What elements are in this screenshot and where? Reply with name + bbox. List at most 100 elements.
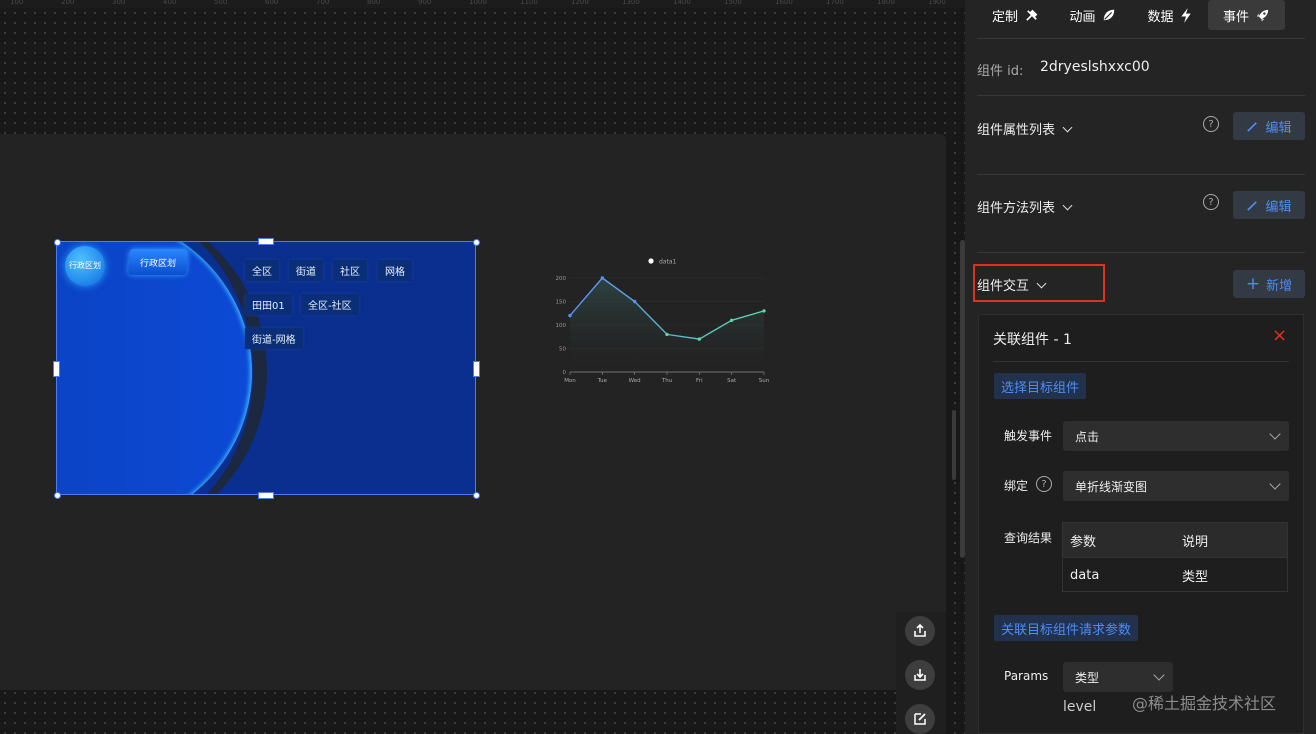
help-icon[interactable]: ? [1036, 476, 1052, 492]
query-result-label: 查询结果 [1004, 531, 1053, 545]
canvas-scrollbar[interactable] [952, 410, 956, 480]
ruler-tick: 200 [61, 0, 75, 6]
chip-street-grid[interactable]: 街道-网格 [245, 328, 303, 349]
tab-custom[interactable]: 定制 [977, 0, 1054, 30]
upload-icon [914, 623, 926, 637]
component-id-value: 2dryeslshxxc00 [1040, 59, 1150, 75]
pencil-icon [1247, 121, 1258, 132]
y-tick-label: 200 [556, 276, 567, 282]
params-select[interactable]: 类型 [1063, 662, 1173, 692]
chevron-down-icon [1269, 478, 1281, 490]
table-row: data 类型 [1063, 558, 1287, 592]
ruler-tick: 1800 [877, 0, 895, 6]
chevron-down-icon [1062, 122, 1073, 133]
panel-tabs: 定制 动画 数据 事件 [977, 0, 1305, 30]
resize-handle-left[interactable] [53, 361, 60, 377]
resize-handle-bottom[interactable] [258, 492, 274, 499]
ruler-tick: 800 [367, 0, 381, 6]
chip-community[interactable]: 社区 [333, 260, 367, 281]
legend-marker [648, 258, 654, 264]
resize-handle-top[interactable] [258, 238, 274, 245]
x-tick-label: Sat [727, 378, 737, 384]
district-bubble[interactable]: 行政区划 [65, 246, 105, 286]
props-list-title[interactable]: 组件属性列表 [977, 119, 1073, 138]
select-target-button[interactable]: 选择目标组件 [994, 373, 1087, 399]
ruler-tick: 1300 [622, 0, 640, 6]
close-icon[interactable]: × [1272, 325, 1287, 346]
data-point [568, 313, 572, 318]
tab-events[interactable]: 事件 [1208, 0, 1285, 30]
level-label: level [1063, 699, 1097, 715]
help-icon[interactable]: ? [1203, 116, 1219, 132]
ruler-tick: 400 [163, 0, 177, 6]
link-params-button[interactable]: 关联目标组件请求参数 [994, 615, 1139, 641]
resize-handle-tr[interactable] [473, 239, 480, 246]
ruler-tick: 300 [112, 0, 126, 6]
ruler-tick: 700 [316, 0, 330, 6]
table-cell: data [1070, 567, 1100, 583]
highlight-box [973, 264, 1105, 302]
data-point [632, 299, 637, 304]
ruler-tick: 1100 [520, 0, 538, 6]
tab-data[interactable]: 数据 [1131, 0, 1208, 30]
trigger-event-select[interactable]: 点击 [1063, 421, 1289, 451]
add-interaction-button[interactable]: + 新增 [1233, 270, 1305, 298]
district-selector-widget[interactable]: 行政区划 行政区划 全区 街道 社区 网格 田田01 全区-社区 街道-网格 [56, 241, 476, 495]
x-tick-label: Sun [759, 378, 770, 384]
params-value: 类型 [1075, 670, 1100, 685]
chip-all-community[interactable]: 全区-社区 [301, 294, 359, 315]
ruler-tick: 900 [418, 0, 432, 6]
tab-animation[interactable]: 动画 [1054, 0, 1131, 30]
methods-list-title[interactable]: 组件方法列表 [977, 197, 1073, 216]
props-list-title-text: 组件属性列表 [977, 123, 1056, 138]
edit-methods-button[interactable]: 编辑 [1233, 191, 1305, 219]
chip-grid[interactable]: 网格 [378, 260, 412, 281]
ruler-tick: 1400 [673, 0, 691, 6]
ruler-tick: 1500 [724, 0, 742, 6]
query-result-table: 参数 说明 data 类型 [1062, 522, 1288, 592]
resize-handle-bl[interactable] [54, 492, 61, 499]
ruler-tick: 1200 [571, 0, 589, 6]
edit-props-button[interactable]: 编辑 [1233, 112, 1305, 140]
help-icon[interactable]: ? [1203, 194, 1219, 210]
table-cell: 类型 [1182, 569, 1209, 585]
pencil-icon [1247, 200, 1258, 211]
table-header-row: 参数 说明 [1063, 523, 1287, 558]
ruler-tick: 600 [265, 0, 279, 6]
bind-select[interactable]: 单折线渐变图 [1063, 471, 1289, 501]
import-button[interactable] [905, 660, 935, 690]
export-button[interactable] [905, 616, 935, 646]
x-tick-label: Fri [696, 378, 703, 384]
rocket-icon [1256, 9, 1269, 21]
chip-field01[interactable]: 田田01 [245, 294, 292, 315]
resize-handle-right[interactable] [473, 361, 480, 377]
watermark: @稀土掘金技术社区 [1132, 694, 1277, 713]
bind-label: 绑定 [1004, 479, 1029, 493]
tab-animation-label: 动画 [1069, 9, 1096, 25]
edit-canvas-button[interactable] [905, 704, 935, 734]
resize-handle-br[interactable] [473, 492, 480, 499]
divider [977, 174, 1305, 175]
chip-all[interactable]: 全区 [245, 260, 279, 281]
y-tick-label: 150 [556, 300, 567, 306]
table-header: 参数 [1070, 534, 1097, 550]
divider [993, 361, 1289, 362]
x-tick-label: Thu [661, 378, 672, 384]
component-id-label: 组件 id: [977, 64, 1024, 79]
divider [977, 95, 1305, 96]
x-tick-label: Wed [629, 378, 641, 384]
district-tab[interactable]: 行政区划 [128, 249, 188, 275]
chip-street[interactable]: 街道 [289, 260, 323, 281]
table-header: 说明 [1182, 534, 1209, 550]
tab-events-label: 事件 [1222, 9, 1249, 25]
data-point [665, 332, 669, 337]
tab-custom-label: 定制 [991, 9, 1018, 25]
canvas-tools [896, 612, 946, 734]
resize-handle-tl[interactable] [54, 239, 61, 246]
chevron-down-icon [1269, 428, 1281, 440]
add-interaction-label: 新增 [1266, 278, 1293, 294]
y-tick-label: 100 [556, 323, 567, 329]
ruler-tick: 500 [214, 0, 228, 6]
line-chart-widget[interactable]: data1 0 50 100 150 200 Mon Tue Wed Thu Fri Sat Sun [540, 252, 770, 392]
edit-props-label: 编辑 [1265, 120, 1292, 136]
